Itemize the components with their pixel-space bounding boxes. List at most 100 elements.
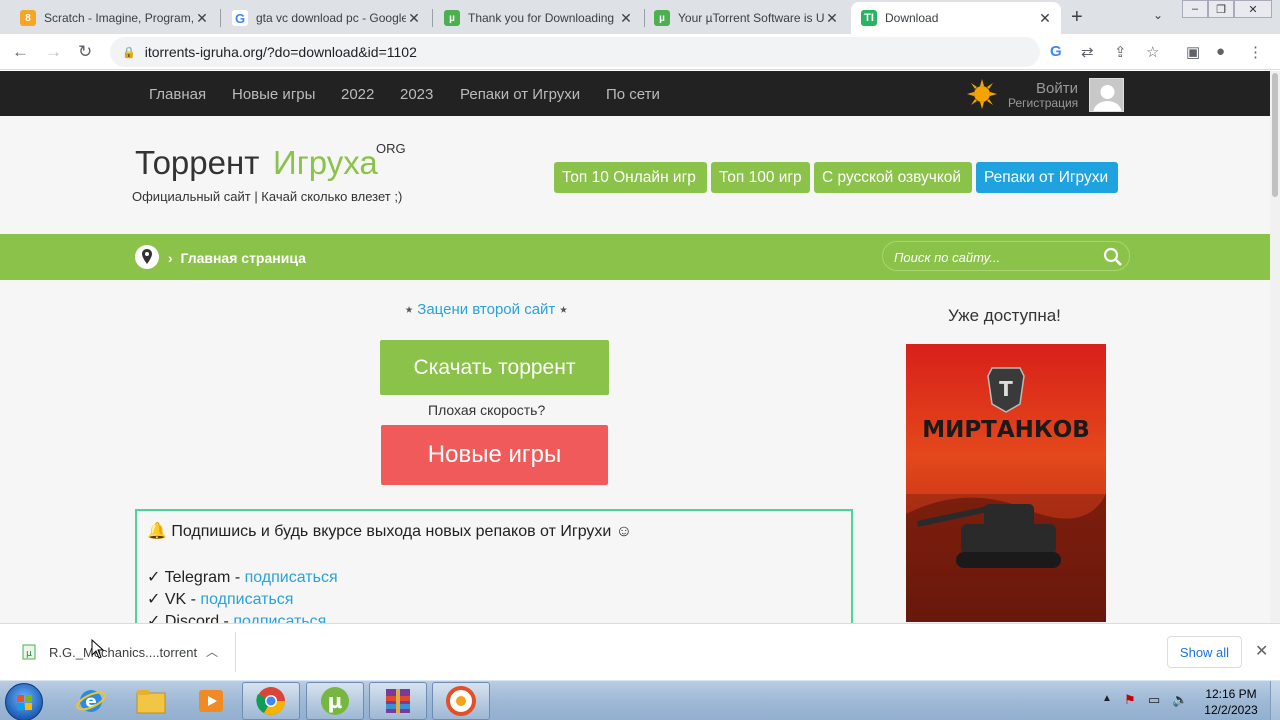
- nav-link-repacks[interactable]: Репаки от Игрухи: [460, 86, 580, 103]
- share-icon[interactable]: ⇪: [1114, 43, 1127, 61]
- tab-download[interactable]: TI Download ✕: [851, 2, 1061, 34]
- show-desktop-button[interactable]: [1270, 681, 1280, 720]
- url-text[interactable]: itorrents-igruha.org/?do=download&id=110…: [145, 44, 417, 60]
- nav-link-home[interactable]: Главная: [149, 86, 206, 103]
- download-shelf: µ R.G._Mechanics....torrent ︿ Show all ✕: [0, 623, 1280, 680]
- tab-title: gta vc download pc - Google Search: [256, 11, 406, 25]
- subscribe-telegram: ✓ Telegram - подписаться: [147, 567, 338, 587]
- utorrent-favicon-icon: µ: [654, 10, 670, 26]
- logo-text-igruha[interactable]: Игруха: [273, 144, 378, 182]
- promo-line: ⭑ Зацени второй сайт ⭑: [405, 301, 568, 318]
- scrollbar-thumb[interactable]: [1272, 73, 1278, 197]
- vk-subscribe-link[interactable]: подписаться: [200, 591, 293, 608]
- tray-overflow-icon[interactable]: ▲: [1102, 693, 1112, 704]
- new-games-button[interactable]: Новые игры: [381, 425, 608, 485]
- action-center-flag-icon[interactable]: ⚑: [1124, 692, 1136, 708]
- logo-text-torrent[interactable]: Торрент: [135, 144, 259, 182]
- world-of-tanks-poster[interactable]: T МИРТАНКОВ: [906, 344, 1106, 622]
- close-tab-icon[interactable]: ✕: [618, 10, 634, 27]
- breadcrumb-label[interactable]: Главная страница: [180, 250, 305, 266]
- site-search-input[interactable]: Поиск по сайту...: [882, 241, 1130, 271]
- subscribe-discord: ✓ Discord - подписаться: [147, 611, 326, 623]
- start-button-icon[interactable]: [5, 683, 43, 720]
- tab-utorrent[interactable]: µ Your µTorrent Software is Up ✕: [644, 2, 848, 34]
- close-tab-icon[interactable]: ✕: [824, 10, 840, 27]
- bookmark-star-icon[interactable]: ☆: [1146, 43, 1159, 61]
- subscribe-label: ✓ VK -: [147, 591, 201, 608]
- tab-scratch[interactable]: 8 Scratch - Imagine, Program, Share ✕: [10, 2, 218, 34]
- profile-icon[interactable]: ●: [1216, 43, 1225, 60]
- taskbar-clock[interactable]: 12:16 PM 12/2/2023: [1196, 686, 1266, 718]
- subscribe-label: ✓ Telegram -: [147, 569, 245, 586]
- nav-link-2022[interactable]: 2022: [341, 86, 374, 103]
- svg-text:T: T: [999, 377, 1013, 401]
- side-panel-icon[interactable]: ▣: [1186, 43, 1200, 61]
- tank-emblem-icon: T: [987, 367, 1025, 413]
- discord-subscribe-link[interactable]: подписаться: [233, 613, 326, 623]
- bad-speed-text: Плохая скорость?: [428, 402, 546, 418]
- winrar-taskbar-icon[interactable]: [369, 682, 427, 720]
- menu-dots-icon[interactable]: ⋮: [1248, 43, 1263, 61]
- nav-link-2023[interactable]: 2023: [400, 86, 433, 103]
- close-tab-icon[interactable]: ✕: [194, 10, 210, 27]
- nav-link-new-games[interactable]: Новые игры: [232, 86, 315, 103]
- chevron-up-icon[interactable]: ︿: [206, 643, 218, 660]
- top100-button[interactable]: Топ 100 игр: [711, 162, 810, 193]
- file-explorer-icon[interactable]: [122, 682, 180, 720]
- chrome-taskbar-icon[interactable]: [242, 682, 300, 720]
- repacks-button[interactable]: Репаки от Игрухи: [976, 162, 1118, 193]
- download-torrent-button[interactable]: Скачать торрент: [380, 340, 609, 395]
- nav-link-online[interactable]: По сети: [606, 86, 660, 103]
- telegram-subscribe-link[interactable]: подписаться: [245, 569, 338, 586]
- network-icon[interactable]: ▭: [1148, 692, 1160, 708]
- downloaded-filename[interactable]: R.G._Mechanics....torrent: [49, 645, 197, 660]
- star-icon: ⭑: [405, 301, 414, 318]
- browser-taskbar-icon[interactable]: [432, 682, 490, 720]
- register-link[interactable]: Регистрация: [1008, 96, 1078, 110]
- restore-icon[interactable]: ❐: [1208, 0, 1234, 18]
- avatar-icon[interactable]: [1089, 78, 1124, 112]
- svg-text:µ: µ: [328, 689, 343, 713]
- second-site-link[interactable]: Зацени второй сайт: [417, 301, 555, 318]
- address-bar[interactable]: 🔒 itorrents-igruha.org/?do=download&id=1…: [110, 37, 1040, 67]
- close-tab-icon[interactable]: ✕: [406, 10, 422, 27]
- google-lens-icon[interactable]: G: [1050, 43, 1062, 60]
- show-all-button[interactable]: Show all: [1167, 636, 1242, 668]
- subscribe-heading: 🔔 Подпишись и будь вкурсе выхода новых р…: [147, 523, 633, 540]
- translate-icon[interactable]: ⇄: [1081, 43, 1094, 61]
- clock-date[interactable]: 12/2/2023: [1196, 702, 1266, 718]
- clock-time[interactable]: 12:16 PM: [1196, 686, 1266, 702]
- minimize-icon[interactable]: –: [1182, 0, 1208, 18]
- downloaded-file-item[interactable]: µ R.G._Mechanics....torrent ︿: [10, 632, 236, 672]
- window-close-icon[interactable]: ✕: [1234, 0, 1272, 18]
- reload-icon[interactable]: ↻: [78, 42, 92, 62]
- lock-icon[interactable]: 🔒: [122, 46, 136, 59]
- tab-google-search[interactable]: G gta vc download pc - Google Search ✕: [222, 2, 430, 34]
- close-tab-icon[interactable]: ✕: [1037, 10, 1053, 27]
- search-icon[interactable]: [1103, 247, 1123, 267]
- browser-toolbar: ← → ↻ 🔒 itorrents-igruha.org/?do=downloa…: [0, 34, 1280, 70]
- breadcrumb[interactable]: › Главная страница: [168, 250, 306, 266]
- media-player-icon[interactable]: [182, 682, 240, 720]
- sun-theme-icon[interactable]: [967, 79, 997, 109]
- close-shelf-icon[interactable]: ✕: [1255, 641, 1268, 661]
- page-scrollbar[interactable]: [1270, 71, 1280, 623]
- tab-title: Your µTorrent Software is Up: [678, 11, 824, 25]
- top10-online-button[interactable]: Топ 10 Онлайн игр: [554, 162, 707, 193]
- login-link[interactable]: Войти: [1036, 80, 1078, 97]
- site-header: Торрент Игруха ORG Официальный сайт | Ка…: [0, 116, 1270, 234]
- back-arrow-icon[interactable]: ←: [12, 42, 29, 62]
- windows-taskbar: e µ ▲ ⚑ ▭ 🔈 12:16 PM 12/2/2023: [0, 680, 1280, 720]
- tab-thank-you[interactable]: µ Thank you for Downloading ✕: [434, 2, 642, 34]
- forward-arrow-icon[interactable]: →: [45, 42, 62, 62]
- mouse-cursor-icon: [91, 639, 105, 659]
- new-tab-icon[interactable]: +: [1071, 6, 1083, 29]
- utorrent-taskbar-icon[interactable]: µ: [306, 682, 364, 720]
- tab-search-chevron-icon[interactable]: ⌄: [1153, 8, 1163, 22]
- volume-muted-icon[interactable]: 🔈: [1172, 692, 1188, 708]
- russian-voice-button[interactable]: С русской озвучкой: [814, 162, 972, 193]
- star-icon: ⭑: [559, 301, 568, 318]
- chevron-right-icon: ›: [168, 250, 173, 266]
- internet-explorer-icon[interactable]: e: [62, 682, 120, 720]
- svg-text:µ: µ: [26, 649, 32, 659]
